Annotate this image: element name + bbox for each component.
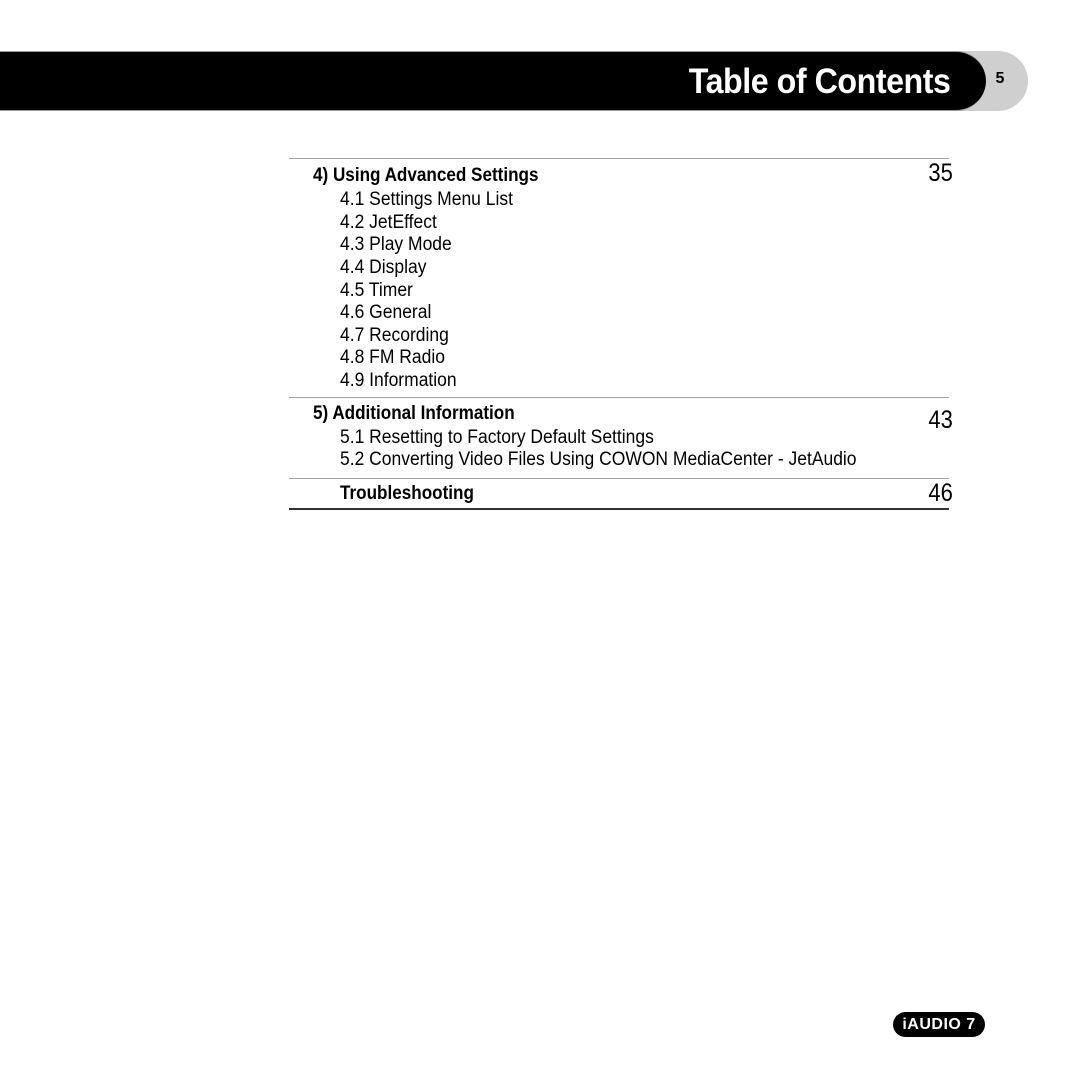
toc-item[interactable]: 4.8 FM Radio xyxy=(340,347,445,369)
toc-item[interactable]: 4.3 Play Mode xyxy=(340,234,452,256)
toc-section-5[interactable]: 5) Additional Information 43 5.1 Resetti… xyxy=(289,398,953,478)
page-title: Table of Contents xyxy=(688,62,950,101)
section-title[interactable]: 5) Additional Information xyxy=(313,403,515,425)
section-page-number: 43 xyxy=(928,406,953,434)
toc-item[interactable]: 4.4 Display xyxy=(340,257,426,279)
section-page-number: 46 xyxy=(928,479,953,507)
toc-item[interactable]: 4.5 Timer xyxy=(340,280,413,302)
toc-item[interactable]: 4.9 Information xyxy=(340,370,457,392)
section-page-number: 35 xyxy=(928,159,953,187)
toc-bottom-rule xyxy=(289,508,949,510)
toc-section-4[interactable]: 4) Using Advanced Settings 35 4.1 Settin… xyxy=(289,159,953,397)
section-title[interactable]: Troubleshooting xyxy=(340,483,474,505)
toc-item[interactable]: 5.1 Resetting to Factory Default Setting… xyxy=(340,427,654,449)
toc-item[interactable]: 4.6 General xyxy=(340,302,431,324)
toc-item[interactable]: 5.2 Converting Video Files Using COWON M… xyxy=(340,449,857,471)
toc-section-troubleshooting[interactable]: Troubleshooting 46 xyxy=(289,479,953,508)
brand-badge: iAUDIO 7 xyxy=(893,1012,985,1037)
toc-item[interactable]: 4.1 Settings Menu List xyxy=(340,189,513,211)
toc-item[interactable]: 4.2 JetEffect xyxy=(340,212,437,234)
section-title[interactable]: 4) Using Advanced Settings xyxy=(313,165,539,187)
page-number: 5 xyxy=(995,70,1005,87)
toc-item[interactable]: 4.7 Recording xyxy=(340,325,449,347)
table-of-contents: 4) Using Advanced Settings 35 4.1 Settin… xyxy=(289,158,953,510)
